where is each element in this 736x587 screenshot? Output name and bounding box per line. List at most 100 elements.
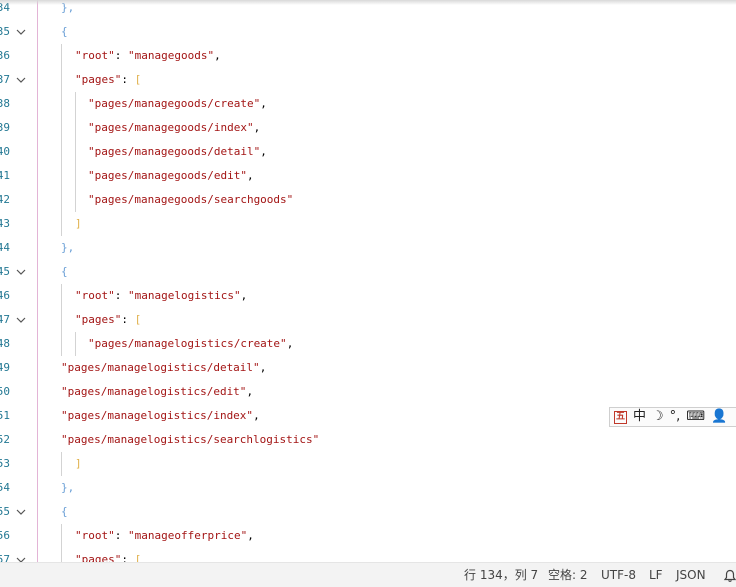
code-text: "pages/managegoods/index", xyxy=(88,116,260,140)
line-number: 41 xyxy=(0,169,10,182)
line-number: 37 xyxy=(0,73,10,86)
line-number: 45 xyxy=(0,265,10,278)
cursor-position[interactable]: 行 134，列 7 xyxy=(464,563,538,587)
code-text: "root": "managegoods", xyxy=(75,44,221,68)
code-token: "managelogistics" xyxy=(128,289,241,302)
fold-chevron-icon[interactable] xyxy=(15,26,27,38)
indent-guide xyxy=(37,140,38,164)
fold-chevron-icon[interactable] xyxy=(15,266,27,278)
code-text: "pages": [ xyxy=(75,68,141,92)
code-line[interactable]: 48 "pages/managelogistics/create", xyxy=(0,332,736,356)
indent-guide xyxy=(61,308,62,332)
indent-guide xyxy=(37,260,38,284)
code-line[interactable]: 44}, xyxy=(0,236,736,260)
encoding-selector[interactable]: UTF-8 xyxy=(601,563,636,587)
code-line[interactable]: 49 "pages/managelogistics/detail", xyxy=(0,356,736,380)
code-line[interactable]: 42 "pages/managegoods/searchgoods" xyxy=(0,188,736,212)
code-line[interactable]: 46 "root": "managelogistics", xyxy=(0,284,736,308)
code-line[interactable]: 55 { xyxy=(0,500,736,524)
code-token: "pages/managelogistics/create" xyxy=(88,337,287,350)
code-line[interactable]: 53] xyxy=(0,452,736,476)
line-number: 36 xyxy=(0,49,10,62)
code-text: { xyxy=(61,260,68,284)
code-text: "pages/managegoods/create", xyxy=(88,92,267,116)
punctuation-toggle[interactable]: °, xyxy=(670,408,681,426)
code-token: , xyxy=(246,385,254,398)
user-icon[interactable]: 👤 xyxy=(711,408,727,426)
fold-chevron-icon[interactable] xyxy=(15,314,27,326)
code-line[interactable]: 35 { xyxy=(0,20,736,44)
indent-guide xyxy=(37,116,38,140)
code-editor[interactable]: 34}, 35{36 "root": "managegoods", 37 "pages"… xyxy=(0,0,736,562)
code-line[interactable]: 50 "pages/managelogistics/edit", xyxy=(0,380,736,404)
indent-guide xyxy=(61,212,62,236)
code-token: "pages" xyxy=(75,553,122,562)
line-number: 52 xyxy=(0,433,10,446)
fold-chevron-icon[interactable] xyxy=(15,74,27,86)
indent-guide xyxy=(37,548,38,562)
keyboard-icon[interactable]: ⌨ xyxy=(686,408,705,426)
code-line[interactable]: 39 "pages/managegoods/index", xyxy=(0,116,736,140)
ime-mode-icon[interactable]: 五 xyxy=(614,410,627,424)
language-mode[interactable]: JSON xyxy=(676,563,706,587)
line-number: 40 xyxy=(0,145,10,158)
code-token: "pages/managelogistics/detail" xyxy=(61,361,260,374)
code-token: , xyxy=(260,97,267,110)
indentation-setting[interactable]: 空格: 2 xyxy=(548,563,588,587)
line-number: 42 xyxy=(0,193,10,206)
code-line[interactable]: 36 "root": "managegoods", xyxy=(0,44,736,68)
indent-guide xyxy=(61,548,62,562)
code-text: }, xyxy=(61,476,74,500)
code-line[interactable]: 41 "pages/managegoods/edit", xyxy=(0,164,736,188)
code-token: , xyxy=(260,145,267,158)
notification-bell-icon[interactable] xyxy=(723,563,736,587)
code-token: "manageofferprice" xyxy=(128,529,248,542)
fold-chevron-icon[interactable] xyxy=(15,506,27,518)
code-token: "pages/managegoods/create" xyxy=(88,97,261,110)
line-number: 53 xyxy=(0,457,10,470)
code-token: "pages" xyxy=(75,73,122,86)
code-token: , xyxy=(247,529,254,542)
code-token: "pages/managegoods/index" xyxy=(88,121,254,134)
code-line[interactable]: 52 "pages/managelogistics/searchlogistics… xyxy=(0,428,736,452)
code-line[interactable]: 54}, xyxy=(0,476,736,500)
code-text: "pages/managelogistics/index", xyxy=(61,404,260,428)
line-number: 55 xyxy=(0,505,10,518)
line-number: 56 xyxy=(0,529,10,542)
code-line[interactable]: 47 "pages": [ xyxy=(0,308,736,332)
code-token: "pages/managegoods/searchgoods" xyxy=(88,193,294,206)
code-text: "pages/managelogistics/create", xyxy=(88,332,293,356)
code-line[interactable]: 56 "root": "manageofferprice", xyxy=(0,524,736,548)
line-number: 47 xyxy=(0,313,10,326)
code-line[interactable]: 45 { xyxy=(0,260,736,284)
code-text: ] xyxy=(75,452,82,476)
indent-guide xyxy=(61,284,62,308)
indent-guide xyxy=(37,452,38,476)
line-number: 57 xyxy=(0,553,10,562)
indent-guide xyxy=(37,188,38,212)
code-token: , xyxy=(253,409,260,422)
code-token: "managegoods" xyxy=(128,49,215,62)
code-text: "pages/managelogistics/edit", xyxy=(61,380,253,404)
indent-guide xyxy=(37,92,38,116)
code-text: "root": "managelogistics", xyxy=(75,284,247,308)
ime-toolbar[interactable]: 五 中 ☽ °, ⌨ 👤 xyxy=(609,407,736,427)
code-text: "pages/managegoods/edit", xyxy=(88,164,254,188)
eol-selector[interactable]: LF xyxy=(649,563,663,587)
code-line[interactable]: 43] xyxy=(0,212,736,236)
indent-guide xyxy=(61,140,62,164)
ime-chinese-toggle[interactable]: 中 xyxy=(633,408,646,426)
code-line[interactable]: 37 "pages": [ xyxy=(0,68,736,92)
code-line[interactable]: 38 "pages/managegoods/create", xyxy=(0,92,736,116)
indent-guide xyxy=(37,332,38,356)
fold-chevron-icon[interactable] xyxy=(15,554,27,562)
indent-guide xyxy=(37,476,38,500)
code-line[interactable]: 40 "pages/managegoods/detail", xyxy=(0,140,736,164)
scroll-shadow xyxy=(0,0,736,5)
indent-guide xyxy=(37,212,38,236)
code-line[interactable]: 57 "pages": [ xyxy=(0,548,736,562)
moon-icon[interactable]: ☽ xyxy=(652,408,664,426)
indent-guide xyxy=(75,332,76,356)
line-number: 38 xyxy=(0,97,10,110)
indent-guide xyxy=(61,68,62,92)
